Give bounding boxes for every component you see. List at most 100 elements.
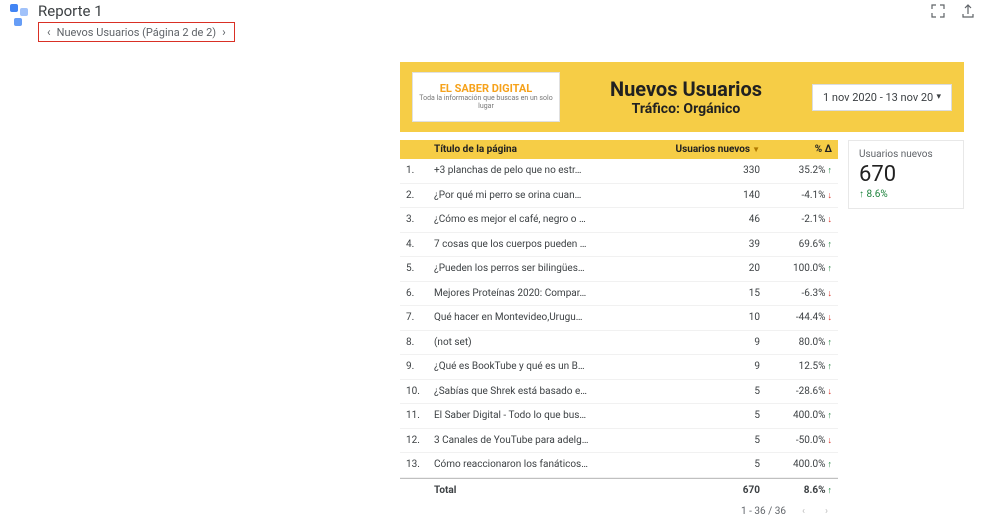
- table-row[interactable]: 10.¿Sabías que Shrek está basado e…5-28.…: [400, 380, 838, 405]
- arrow-up-icon: ↑: [828, 166, 833, 176]
- row-index: 8.: [406, 335, 434, 351]
- row-delta: 400.0%↑: [760, 457, 832, 473]
- table-row[interactable]: 5.¿Pueden los perros ser bilingües…20100…: [400, 257, 838, 282]
- row-index: 5.: [406, 261, 434, 277]
- arrow-up-icon: ↑: [828, 411, 833, 421]
- pager-next-icon[interactable]: ›: [821, 506, 832, 517]
- arrow-up-icon: ↑: [828, 240, 833, 250]
- row-title: Cómo reaccionaron los fanáticos…: [434, 457, 650, 473]
- row-users: 39: [650, 237, 760, 253]
- report-header-band: EL SABER DIGITAL Toda la información que…: [400, 62, 964, 132]
- table-row[interactable]: 3.¿Cómo es mejor el café, negro o …46-2.…: [400, 208, 838, 233]
- table-row[interactable]: 9.¿Qué es BookTube y qué es un B…912.5%↑: [400, 355, 838, 380]
- brand-subtitle: Toda la información que buscas en un sol…: [413, 95, 559, 110]
- row-title: Mejores Proteínas 2020: Compar…: [434, 286, 650, 302]
- row-index: 3.: [406, 212, 434, 228]
- table-row[interactable]: 8.(not set)980.0%↑: [400, 331, 838, 356]
- row-users: 10: [650, 310, 760, 326]
- col-users-header[interactable]: Usuarios nuevos▼: [650, 144, 760, 155]
- col-title-header[interactable]: Título de la página: [434, 144, 650, 155]
- row-users: 20: [650, 261, 760, 277]
- arrow-up-icon: ↑: [828, 338, 833, 348]
- kpi-value: 670: [859, 162, 953, 187]
- row-title: ¿Cómo es mejor el café, negro o …: [434, 212, 650, 228]
- brand-title: EL SABER DIGITAL: [440, 82, 533, 95]
- chevron-left-icon[interactable]: ‹: [47, 25, 51, 39]
- row-title: Qué hacer en Montevideo,Urugu…: [434, 310, 650, 326]
- table-row[interactable]: 11.El Saber Digital - Todo lo que bus…54…: [400, 404, 838, 429]
- row-users: 9: [650, 335, 760, 351]
- row-delta: -50.0%↓: [760, 433, 832, 449]
- row-index: 9.: [406, 359, 434, 375]
- row-title: ¿Qué es BookTube y qué es un B…: [434, 359, 650, 375]
- row-users: 5: [650, 457, 760, 473]
- row-delta: -4.1%↓: [760, 188, 832, 204]
- row-delta: 400.0%↑: [760, 408, 832, 424]
- row-users: 330: [650, 163, 760, 179]
- row-title: 7 cosas que los cuerpos pueden …: [434, 237, 650, 253]
- row-index: 7.: [406, 310, 434, 326]
- table-row[interactable]: 2.¿Por qué mi perro se orina cuan…140-4.…: [400, 184, 838, 209]
- row-index: 13.: [406, 457, 434, 473]
- row-index: 1.: [406, 163, 434, 179]
- breadcrumb-label: Nuevos Usuarios (Página 2 de 2): [57, 26, 217, 39]
- kpi-delta: ↑ 8.6%: [859, 189, 953, 200]
- row-title: ¿Por qué mi perro se orina cuan…: [434, 188, 650, 204]
- row-index: 6.: [406, 286, 434, 302]
- table-total-row: Total 670 8.6%↑: [400, 478, 838, 503]
- row-delta: -28.6%↓: [760, 384, 832, 400]
- table-header: Título de la página Usuarios nuevos▼ % Δ: [400, 140, 838, 159]
- table-row[interactable]: 1.+3 planchas de pelo que no estr…33035.…: [400, 159, 838, 184]
- data-table: Título de la página Usuarios nuevos▼ % Δ…: [400, 140, 838, 521]
- arrow-down-icon: ↓: [828, 215, 833, 225]
- row-index: 10.: [406, 384, 434, 400]
- share-icon[interactable]: [961, 4, 975, 21]
- row-delta: -6.3%↓: [760, 286, 832, 302]
- table-pager: 1 - 36 / 36 ‹ ›: [400, 502, 838, 521]
- table-row[interactable]: 13.Cómo reaccionaron los fanáticos…5400.…: [400, 453, 838, 478]
- row-title: ¿Sabías que Shrek está basado e…: [434, 384, 650, 400]
- table-row[interactable]: 12.3 Canales de YouTube para adelg…5-50.…: [400, 429, 838, 454]
- table-row[interactable]: 4.7 cosas que los cuerpos pueden …3969.6…: [400, 233, 838, 258]
- arrow-up-icon: ↑: [828, 486, 833, 496]
- arrow-up-icon: ↑: [828, 460, 833, 470]
- row-title: (not set): [434, 335, 650, 351]
- date-range-picker[interactable]: 1 nov 2020 - 13 nov 20 ▾: [812, 84, 952, 111]
- brand-logo-box: EL SABER DIGITAL Toda la información que…: [412, 72, 560, 122]
- row-users: 140: [650, 188, 760, 204]
- row-index: 11.: [406, 408, 434, 424]
- fullscreen-icon[interactable]: [931, 4, 945, 21]
- chevron-right-icon[interactable]: ›: [222, 25, 226, 39]
- row-users: 5: [650, 408, 760, 424]
- arrow-up-icon: ↑: [859, 189, 864, 200]
- kpi-card: Usuarios nuevos 670 ↑ 8.6%: [848, 140, 964, 209]
- col-delta-header[interactable]: % Δ: [760, 144, 832, 155]
- row-delta: -44.4%↓: [760, 310, 832, 326]
- row-delta: -2.1%↓: [760, 212, 832, 228]
- arrow-down-icon: ↓: [828, 436, 833, 446]
- table-row[interactable]: 7.Qué hacer en Montevideo,Urugu…10-44.4%…: [400, 306, 838, 331]
- arrow-down-icon: ↓: [828, 289, 833, 299]
- arrow-up-icon: ↑: [828, 362, 833, 372]
- report-title: Reporte 1: [38, 2, 235, 20]
- arrow-down-icon: ↓: [828, 313, 833, 323]
- row-users: 46: [650, 212, 760, 228]
- app-logo: [10, 4, 32, 26]
- row-delta: 35.2%↑: [760, 163, 832, 179]
- row-users: 9: [650, 359, 760, 375]
- breadcrumb[interactable]: ‹ Nuevos Usuarios (Página 2 de 2) ›: [38, 22, 235, 42]
- row-title: ¿Pueden los perros ser bilingües…: [434, 261, 650, 277]
- arrow-down-icon: ↓: [828, 387, 833, 397]
- table-row[interactable]: 6.Mejores Proteínas 2020: Compar…15-6.3%…: [400, 282, 838, 307]
- sort-desc-icon: ▼: [752, 145, 760, 154]
- row-index: 2.: [406, 188, 434, 204]
- row-delta: 80.0%↑: [760, 335, 832, 351]
- page-heading: Nuevos Usuarios: [578, 77, 794, 101]
- pager-label: 1 - 36 / 36: [741, 506, 786, 517]
- page-sub-heading: Tráfico: Orgánico: [578, 101, 794, 117]
- kpi-label: Usuarios nuevos: [859, 149, 953, 160]
- row-index: 4.: [406, 237, 434, 253]
- row-title: 3 Canales de YouTube para adelg…: [434, 433, 650, 449]
- pager-prev-icon[interactable]: ‹: [798, 506, 809, 517]
- row-users: 5: [650, 433, 760, 449]
